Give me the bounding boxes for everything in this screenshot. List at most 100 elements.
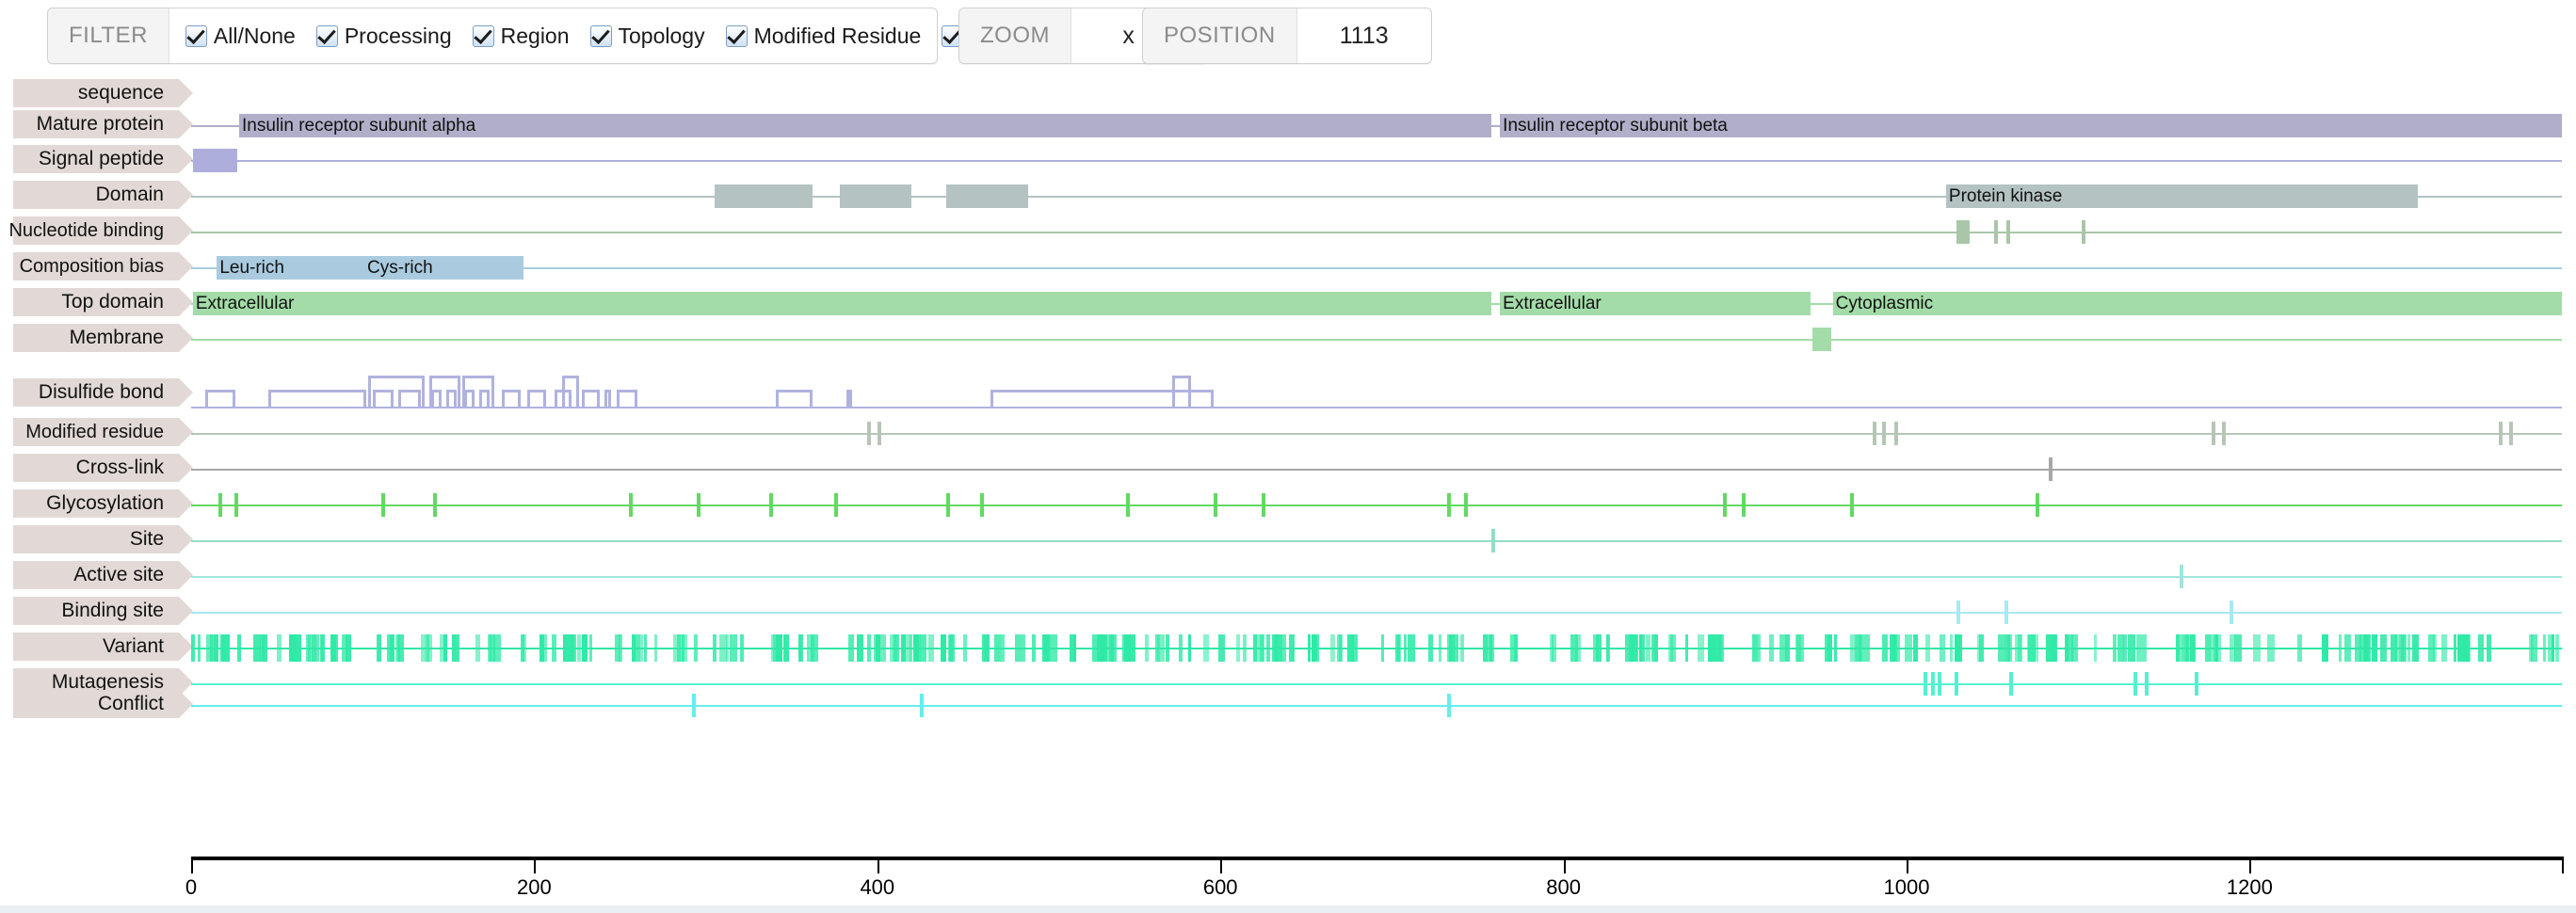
feature-tick[interactable] — [1742, 493, 1747, 517]
feature-tick[interactable] — [1956, 601, 1960, 624]
variant-marker[interactable] — [551, 634, 556, 662]
variant-marker[interactable] — [198, 634, 201, 662]
track-modified-residue[interactable]: Modified residue — [0, 418, 2576, 450]
variant-marker[interactable] — [1289, 634, 1296, 662]
variant-marker[interactable] — [653, 634, 657, 662]
variant-marker[interactable] — [1050, 634, 1057, 662]
variant-marker[interactable] — [210, 634, 215, 662]
checkbox-checked-icon[interactable] — [472, 24, 494, 47]
track-area-binding-site[interactable] — [191, 597, 2562, 629]
variant-marker[interactable] — [2343, 634, 2351, 662]
disulfide-bond-arch[interactable] — [1172, 376, 1192, 408]
variant-marker[interactable] — [847, 634, 854, 662]
variant-marker[interactable] — [309, 634, 316, 662]
track-area-modified-residue[interactable] — [191, 418, 2562, 450]
variant-marker[interactable] — [488, 634, 492, 662]
track-area-domain[interactable]: Protein kinase — [191, 181, 2562, 213]
variant-marker[interactable] — [2441, 634, 2448, 662]
variant-marker[interactable] — [1069, 634, 1076, 662]
track-label-modified-residue[interactable]: Modified residue — [13, 418, 193, 446]
variant-marker[interactable] — [2542, 634, 2546, 662]
variant-marker[interactable] — [2128, 634, 2136, 662]
variant-marker[interactable] — [1646, 634, 1651, 662]
variant-marker[interactable] — [2477, 634, 2484, 662]
filter-item-processing[interactable]: Processing — [306, 24, 462, 49]
variant-marker[interactable] — [993, 634, 1001, 662]
track-area-nucleotide-binding[interactable] — [191, 216, 2562, 248]
variant-marker[interactable] — [1650, 634, 1658, 662]
track-label-nucleotide-binding[interactable]: Nucleotide binding — [8, 216, 193, 245]
feature-tick[interactable] — [1882, 422, 1887, 445]
variant-marker[interactable] — [680, 634, 688, 662]
checkbox-checked-icon[interactable] — [589, 24, 612, 47]
track-label-binding-site[interactable]: Binding site — [13, 597, 193, 625]
feature-tick[interactable] — [381, 493, 386, 517]
variant-marker[interactable] — [1041, 634, 1049, 662]
feature-tick[interactable] — [1872, 422, 1876, 445]
disulfide-bond-arch[interactable] — [527, 390, 547, 408]
variant-marker[interactable] — [1145, 634, 1150, 662]
variant-marker[interactable] — [910, 634, 913, 662]
variant-marker[interactable] — [1438, 634, 1441, 662]
variant-marker[interactable] — [1550, 634, 1554, 662]
variant-marker[interactable] — [1427, 634, 1433, 662]
variant-marker[interactable] — [1827, 634, 1832, 662]
variant-marker[interactable] — [1165, 634, 1169, 662]
variant-marker[interactable] — [345, 634, 351, 662]
variant-marker[interactable] — [582, 634, 588, 662]
track-area-active-site[interactable] — [191, 561, 2562, 593]
variant-marker[interactable] — [386, 634, 394, 662]
feature-tick[interactable] — [834, 493, 839, 517]
variant-marker[interactable] — [1795, 634, 1801, 662]
track-cross-link[interactable]: Cross-link — [0, 454, 2576, 486]
variant-marker[interactable] — [947, 634, 953, 662]
feature-tick[interactable] — [692, 694, 697, 717]
feature-block[interactable]: Cys-rich — [364, 256, 524, 280]
feature-tick[interactable] — [697, 493, 701, 517]
variant-marker[interactable] — [294, 634, 302, 662]
feature-tick[interactable] — [1463, 493, 1468, 517]
variant-marker[interactable] — [712, 634, 716, 662]
filter-item-region[interactable]: Region — [462, 24, 580, 49]
variant-marker[interactable] — [376, 634, 381, 662]
variant-marker[interactable] — [2554, 634, 2559, 662]
feature-tick[interactable] — [945, 493, 950, 517]
variant-marker[interactable] — [901, 634, 906, 662]
track-label-cross-link[interactable]: Cross-link — [13, 454, 193, 482]
variant-marker[interactable] — [2004, 634, 2010, 662]
feature-block[interactable] — [1811, 328, 1831, 351]
variant-marker[interactable] — [2412, 634, 2420, 662]
variant-marker[interactable] — [2014, 634, 2022, 662]
track-top-domain[interactable]: Top domain Extracellular Extracellular Cyto… — [0, 288, 2576, 320]
disulfide-bond-arch[interactable] — [776, 390, 813, 408]
variant-marker[interactable] — [2176, 634, 2181, 662]
track-area-composition-bias[interactable]: Leu-rich Cys-rich — [191, 252, 2562, 284]
filter-item-modified-residue[interactable]: Modified Residue — [716, 24, 932, 49]
variant-marker[interactable] — [894, 634, 900, 662]
variant-marker[interactable] — [1891, 634, 1896, 662]
variant-marker[interactable] — [776, 634, 783, 662]
variant-marker[interactable] — [878, 634, 886, 662]
variant-marker[interactable] — [719, 634, 728, 662]
feature-block[interactable] — [192, 149, 238, 172]
feature-tick[interactable] — [2035, 493, 2039, 517]
feature-tick[interactable] — [1849, 493, 1854, 517]
variant-marker[interactable] — [1925, 634, 1931, 662]
variant-marker[interactable] — [1308, 634, 1312, 662]
disulfide-bond-arch[interactable] — [616, 390, 637, 408]
feature-block[interactable]: Protein kinase — [1945, 184, 2418, 208]
variant-marker[interactable] — [2460, 634, 2467, 662]
variant-marker[interactable] — [730, 634, 738, 662]
feature-block[interactable]: Insulin receptor subunit beta — [1500, 114, 2562, 137]
variant-marker[interactable] — [640, 634, 644, 662]
variant-marker[interactable] — [1905, 634, 1913, 662]
variant-marker[interactable] — [2214, 634, 2222, 662]
feature-tick[interactable] — [233, 493, 238, 517]
variant-marker[interactable] — [1337, 634, 1344, 662]
track-signal-peptide[interactable]: Signal peptide — [0, 145, 2576, 177]
disulfide-bond-arch[interactable] — [461, 376, 495, 408]
variant-marker[interactable] — [1110, 634, 1114, 662]
track-area-disulfide-bond[interactable] — [191, 360, 2562, 408]
track-label-conflict[interactable]: Conflict — [13, 690, 193, 718]
track-label-active-site[interactable]: Active site — [13, 561, 193, 589]
